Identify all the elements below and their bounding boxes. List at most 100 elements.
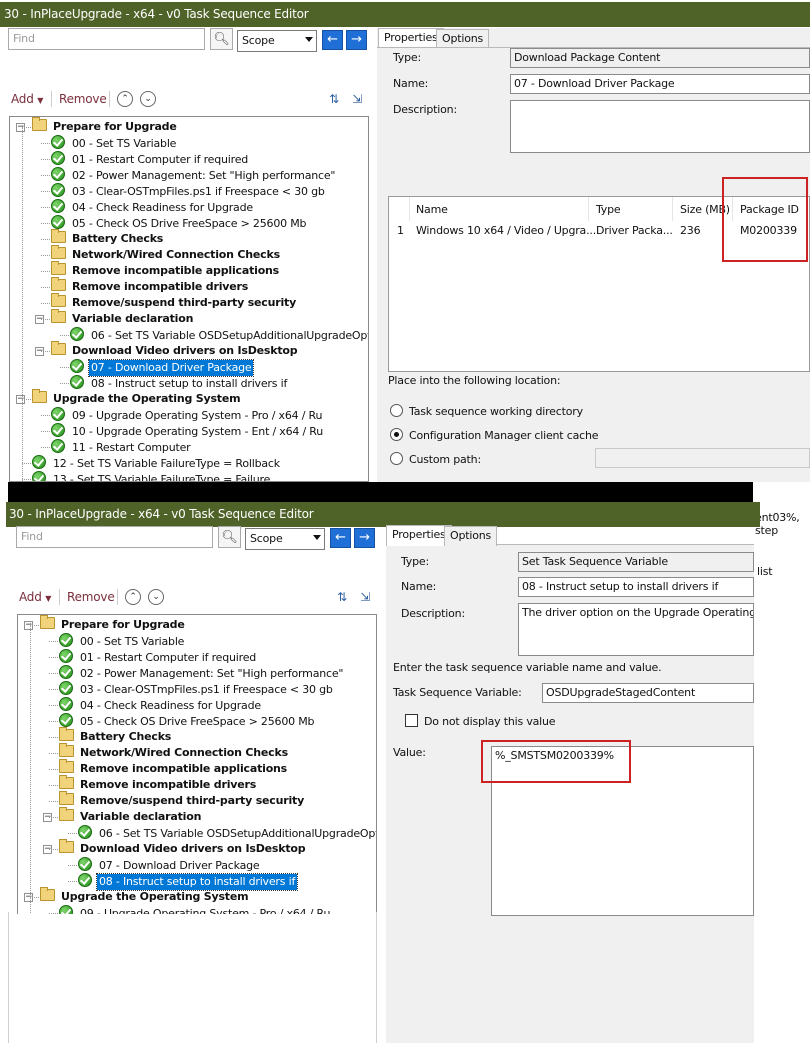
tree-step[interactable]: 04 - Check Readiness for Upgrade bbox=[51, 199, 255, 215]
folder-icon bbox=[51, 293, 66, 307]
tree-step[interactable]: 08 - Instruct setup to install drivers i… bbox=[78, 873, 299, 891]
top-scope-dropdown[interactable]: Scope bbox=[237, 30, 317, 52]
bottom-find-input[interactable]: Find bbox=[16, 526, 213, 548]
top-option-working-dir[interactable]: Task sequence working directory bbox=[390, 404, 583, 419]
tree-group[interactable]: Battery Checks bbox=[59, 727, 173, 745]
top-export-icon[interactable]: ⇲ bbox=[349, 91, 365, 107]
bottom-name-input[interactable]: 08 - Instruct setup to install drivers i… bbox=[518, 577, 754, 597]
tree-group[interactable]: Prepare for Upgrade bbox=[32, 117, 179, 135]
tree-group[interactable]: Variable declaration bbox=[51, 309, 195, 327]
tree-step[interactable]: 06 - Set TS Variable OSDSetupAdditionalU… bbox=[78, 825, 376, 841]
top-move-up-button[interactable]: ⌃ bbox=[117, 91, 133, 107]
bottom-variable-label: Task Sequence Variable: bbox=[393, 686, 522, 699]
pane-divider bbox=[376, 912, 377, 1043]
tree-step[interactable]: 12 - Set TS Variable FailureType = Rollb… bbox=[32, 455, 282, 471]
tree-step[interactable]: 00 - Set TS Variable bbox=[51, 135, 178, 151]
top-remove-button[interactable]: Remove bbox=[59, 91, 107, 107]
folder-icon bbox=[59, 743, 74, 757]
tree-group[interactable]: Prepare for Upgrade bbox=[40, 615, 187, 633]
tree-step[interactable]: 07 - Download Driver Package bbox=[78, 857, 261, 873]
grid-cell-type[interactable]: Driver Packa... bbox=[596, 224, 673, 238]
top-tree-panel[interactable]: Prepare for Upgrade −00 - Set TS Variable… bbox=[9, 116, 369, 482]
search-icon: 🔍︎ bbox=[213, 31, 230, 47]
tree-step[interactable]: 01 - Restart Computer if required bbox=[51, 151, 250, 167]
tree-step[interactable]: 08 - Instruct setup to install drivers i… bbox=[70, 375, 289, 391]
bottom-move-up-button[interactable]: ⌃ bbox=[125, 589, 141, 605]
bottom-tree-panel[interactable]: Prepare for Upgrade −00 - Set TS Variable… bbox=[17, 614, 377, 914]
top-type-label: Type: bbox=[393, 51, 421, 64]
tree-group[interactable]: Upgrade the Operating System bbox=[32, 389, 242, 407]
tree-group[interactable]: Remove incompatible applications bbox=[51, 261, 281, 279]
top-description-input[interactable] bbox=[510, 100, 810, 153]
bottom-search-button[interactable]: 🔍︎ bbox=[218, 526, 241, 548]
tree-group[interactable]: Variable declaration bbox=[59, 807, 203, 825]
tree-step[interactable]: 09 - Upgrade Operating System - Pro / x6… bbox=[59, 905, 332, 914]
tree-group[interactable]: Network/Wired Connection Checks bbox=[51, 245, 282, 263]
tree-step[interactable]: 10 - Upgrade Operating System - Ent / x6… bbox=[51, 423, 325, 439]
tree-item-label: Remove incompatible drivers bbox=[80, 778, 257, 791]
bottom-add-button[interactable]: Add ▼ bbox=[19, 589, 51, 607]
top-option-custom-path[interactable]: Custom path: bbox=[390, 452, 481, 467]
tree-step[interactable]: 06 - Set TS Variable OSDSetupAdditionalU… bbox=[70, 327, 368, 343]
tree-step[interactable]: 01 - Restart Computer if required bbox=[59, 649, 258, 665]
top-name-input[interactable]: 07 - Download Driver Package bbox=[510, 74, 810, 94]
top-add-button[interactable]: Add ▼ bbox=[11, 91, 43, 109]
tree-step[interactable]: 07 - Download Driver Package bbox=[70, 359, 255, 377]
tree-step[interactable]: 09 - Upgrade Operating System - Pro / x6… bbox=[51, 407, 324, 423]
top-tab-options[interactable]: Options bbox=[436, 29, 490, 49]
check-icon bbox=[51, 215, 65, 229]
tree-group[interactable]: Network/Wired Connection Checks bbox=[59, 743, 290, 761]
folder-icon bbox=[51, 277, 66, 291]
top-option-client-cache[interactable]: Configuration Manager client cache bbox=[390, 428, 598, 443]
top-description-label: Description: bbox=[393, 103, 457, 116]
top-back-button[interactable]: ← bbox=[322, 30, 343, 50]
tree-group[interactable]: Remove incompatible applications bbox=[59, 759, 289, 777]
top-search-button[interactable]: 🔍︎ bbox=[210, 28, 233, 50]
top-custom-path-input[interactable] bbox=[595, 448, 810, 468]
tree-group[interactable]: Download Video drivers on IsDesktop bbox=[51, 341, 299, 359]
bottom-remove-button[interactable]: Remove bbox=[67, 589, 115, 605]
bottom-back-button[interactable]: ← bbox=[330, 528, 351, 548]
top-import-icon[interactable]: ⇅ bbox=[326, 91, 342, 107]
radio-icon bbox=[390, 404, 403, 417]
folder-icon bbox=[51, 261, 66, 275]
tree-group[interactable]: Remove incompatible drivers bbox=[51, 277, 250, 295]
tree-group[interactable]: Remove incompatible drivers bbox=[59, 775, 258, 793]
tree-group[interactable]: Upgrade the Operating System bbox=[40, 887, 250, 905]
tree-group[interactable]: Download Video drivers on IsDesktop bbox=[59, 839, 307, 857]
top-tab-properties[interactable]: Properties bbox=[378, 28, 444, 49]
tree-group[interactable]: Remove/suspend third-party security bbox=[51, 293, 298, 311]
tree-step[interactable]: 05 - Check OS Drive FreeSpace > 25600 Mb bbox=[59, 713, 316, 729]
tree-step[interactable]: 02 - Power Management: Set "High perform… bbox=[51, 167, 337, 183]
top-move-down-button[interactable]: ⌄ bbox=[140, 91, 156, 107]
bottom-donot-display-checkbox[interactable]: Do not display this value bbox=[405, 714, 556, 729]
top-forward-button[interactable]: → bbox=[346, 30, 367, 50]
tree-group[interactable]: Remove/suspend third-party security bbox=[59, 791, 306, 809]
tree-step[interactable]: 02 - Power Management: Set "High perform… bbox=[59, 665, 345, 681]
grid-header-name[interactable]: Name bbox=[416, 203, 448, 217]
bottom-description-input[interactable]: The driver option on the Upgrade Operati… bbox=[518, 603, 754, 656]
tree-step[interactable]: 04 - Check Readiness for Upgrade bbox=[59, 697, 263, 713]
tree-step[interactable]: 00 - Set TS Variable bbox=[59, 633, 186, 649]
bottom-scope-dropdown[interactable]: Scope bbox=[245, 528, 325, 550]
bottom-tab-properties[interactable]: Properties bbox=[386, 525, 452, 546]
tree-step[interactable]: 03 - Clear-OSTmpFiles.ps1 if Freespace <… bbox=[51, 183, 327, 199]
grid-header-type[interactable]: Type bbox=[596, 203, 621, 217]
folder-icon bbox=[32, 117, 47, 131]
bottom-import-icon[interactable]: ⇅ bbox=[334, 589, 350, 605]
tree-step[interactable]: 13 - Set TS Variable FailureType = Failu… bbox=[32, 471, 272, 481]
tree-step[interactable]: 11 - Restart Computer bbox=[51, 439, 192, 455]
bottom-move-down-button[interactable]: ⌄ bbox=[148, 589, 164, 605]
folder-icon bbox=[51, 229, 66, 243]
bottom-variable-input[interactable]: OSDUpgradeStagedContent bbox=[542, 683, 754, 703]
bottom-tab-options[interactable]: Options bbox=[444, 526, 498, 546]
tree-item-label: 04 - Check Readiness for Upgrade bbox=[72, 201, 253, 214]
tree-step[interactable]: 05 - Check OS Drive FreeSpace > 25600 Mb bbox=[51, 215, 308, 231]
tree-step[interactable]: 03 - Clear-OSTmpFiles.ps1 if Freespace <… bbox=[59, 681, 335, 697]
grid-cell-name[interactable]: Windows 10 x64 / Video / Upgra... bbox=[416, 224, 596, 238]
bottom-forward-button[interactable]: → bbox=[354, 528, 375, 548]
top-find-input[interactable]: Find bbox=[8, 28, 205, 50]
bottom-export-icon[interactable]: ⇲ bbox=[357, 589, 373, 605]
grid-cell-size[interactable]: 236 bbox=[680, 224, 701, 238]
tree-group[interactable]: Battery Checks bbox=[51, 229, 165, 247]
